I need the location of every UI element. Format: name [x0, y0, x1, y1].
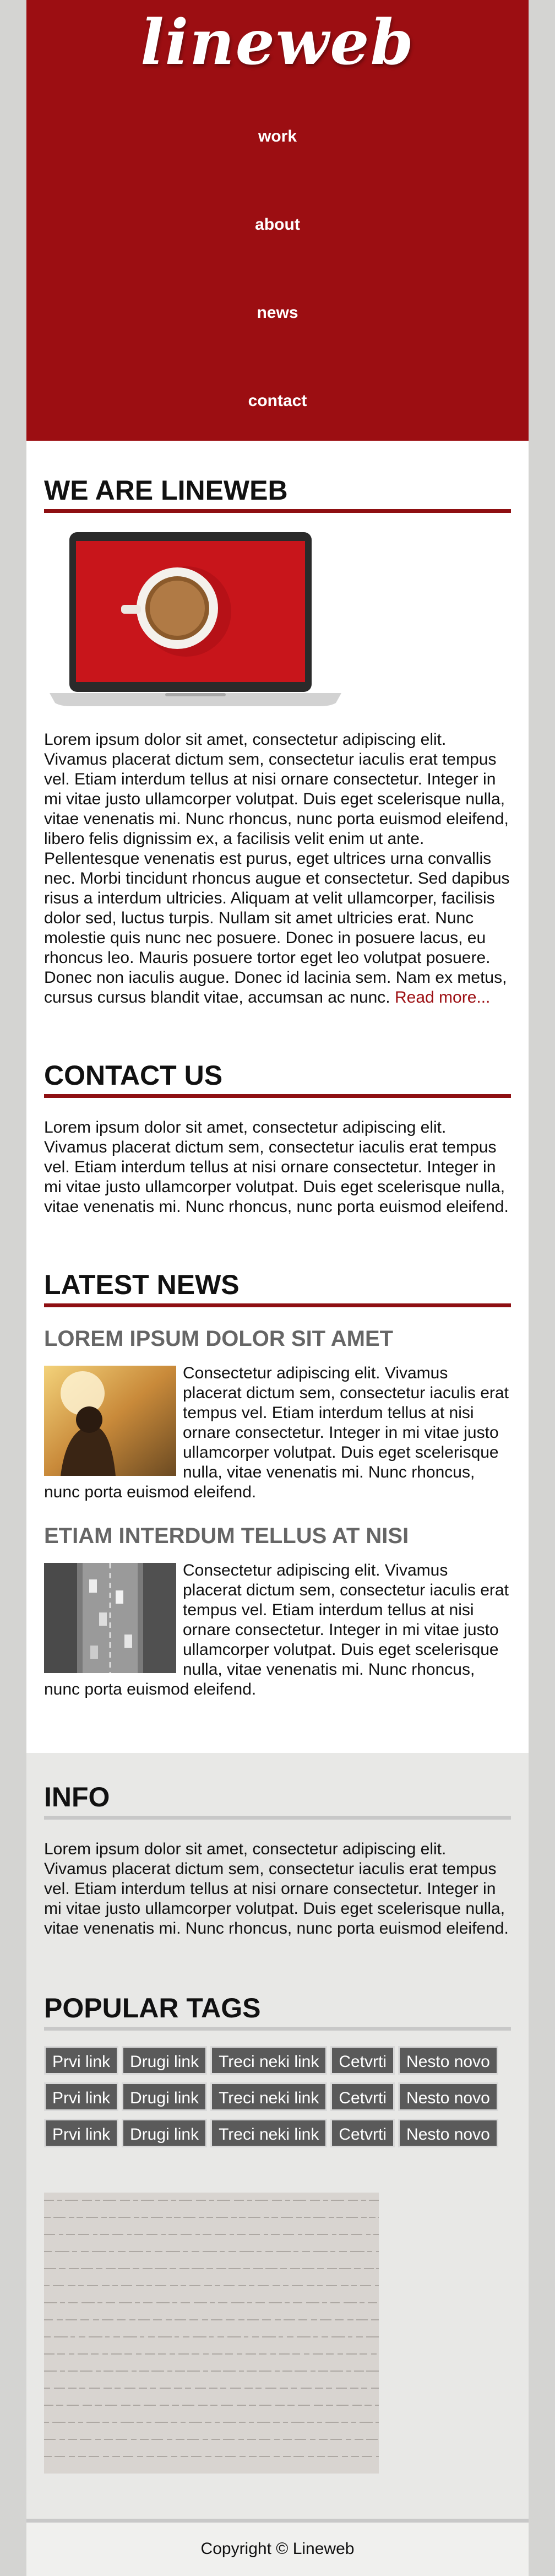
- tag-link[interactable]: Nesto novo: [398, 2119, 498, 2147]
- tag-link[interactable]: Prvi link: [44, 2046, 119, 2075]
- texture-lines: [44, 2200, 379, 2457]
- nav-item-work[interactable]: work: [26, 126, 529, 148]
- tag-link[interactable]: Drugi link: [122, 2082, 208, 2111]
- tags-row: Prvi link Drugi link Treci neki link Cetvrt…: [44, 2046, 511, 2082]
- logo[interactable]: lineweb: [26, 10, 529, 76]
- nav-item-news[interactable]: news: [26, 302, 529, 324]
- page: lineweb work about news contact WE ARE L…: [26, 0, 529, 2576]
- footer: Copyright © Lineweb: [26, 2519, 529, 2576]
- about-title: WE ARE LINEWEB: [44, 474, 511, 513]
- news-item-title[interactable]: ETIAM INTERDUM TELLUS AT NISI: [44, 1522, 511, 1550]
- tags-row: Prvi link Drugi link Treci neki link Cetvrt…: [44, 2082, 511, 2119]
- news-item: ETIAM INTERDUM TELLUS AT NISI Consectetu…: [44, 1522, 511, 1700]
- news-thumbnail-field: [44, 1366, 176, 1476]
- tags-row: Prvi link Drugi link Treci neki link Cetvrt…: [44, 2119, 511, 2155]
- tag-link[interactable]: Cetvrti: [330, 2119, 395, 2147]
- tags-title: POPULAR TAGS: [44, 1991, 511, 2031]
- tag-link[interactable]: Cetvrti: [330, 2082, 395, 2111]
- contact-section: CONTACT US Lorem ipsum dolor sit amet, c…: [44, 1059, 511, 1217]
- about-section: WE ARE LINEWEB: [44, 474, 511, 513]
- about-body: Lorem ipsum dolor sit amet, consectetur …: [44, 730, 511, 1008]
- tag-link[interactable]: Drugi link: [122, 2046, 208, 2075]
- news-item-title[interactable]: LOREM IPSUM DOLOR SIT AMET: [44, 1325, 511, 1352]
- tag-link[interactable]: Drugi link: [122, 2119, 208, 2147]
- info-text: Lorem ipsum dolor sit amet, consectetur …: [44, 1840, 509, 1938]
- tag-link[interactable]: Treci neki link: [210, 2046, 328, 2075]
- news-thumbnail-road: [44, 1563, 176, 1673]
- tag-link[interactable]: Nesto novo: [398, 2082, 498, 2111]
- nav-item-about[interactable]: about: [26, 214, 529, 236]
- read-more-link[interactable]: Read more...: [395, 988, 490, 1006]
- news-section: LATEST NEWS LOREM IPSUM DOLOR SIT AMET C…: [44, 1268, 511, 1700]
- info-title: INFO: [44, 1781, 511, 1820]
- about-text: Lorem ipsum dolor sit amet, consectetur …: [44, 730, 510, 1006]
- header: lineweb work about news contact: [26, 0, 529, 441]
- tag-link[interactable]: Nesto novo: [398, 2046, 498, 2075]
- nav-item-contact[interactable]: contact: [26, 390, 529, 412]
- tags-list: Prvi link Drugi link Treci neki link Cetvrt…: [44, 2046, 511, 2155]
- tag-link[interactable]: Cetvrti: [330, 2046, 395, 2075]
- tag-link[interactable]: Prvi link: [44, 2119, 119, 2147]
- tags-section: POPULAR TAGS Prvi link Drugi link Treci ne…: [44, 1991, 511, 2155]
- news-item: LOREM IPSUM DOLOR SIT AMET Consectetur a…: [44, 1325, 511, 1502]
- tag-link[interactable]: Treci neki link: [210, 2082, 328, 2111]
- info-section: INFO Lorem ipsum dolor sit amet, consect…: [44, 1781, 511, 1939]
- tag-link[interactable]: Treci neki link: [210, 2119, 328, 2147]
- contact-title: CONTACT US: [44, 1059, 511, 1098]
- contact-text: Lorem ipsum dolor sit amet, consectetur …: [44, 1118, 509, 1216]
- news-title: LATEST NEWS: [44, 1268, 511, 1307]
- decorative-texture-image: [44, 2193, 379, 2474]
- copyright-text: Copyright © Lineweb: [200, 2540, 355, 2558]
- tag-link[interactable]: Prvi link: [44, 2082, 119, 2111]
- laptop-coffee-image: [50, 532, 341, 706]
